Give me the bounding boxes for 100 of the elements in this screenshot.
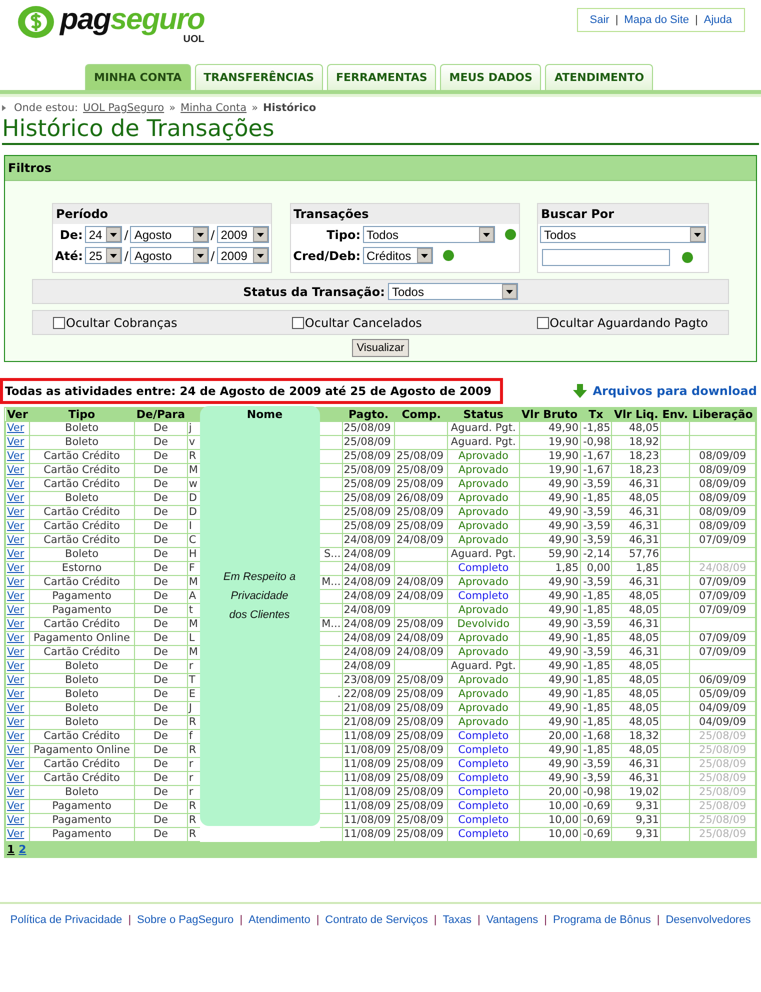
field-label: Tipo: <box>326 228 360 242</box>
checkbox[interactable] <box>536 316 549 328</box>
nav-tab[interactable]: MINHA CONTA <box>85 64 191 90</box>
footer-link[interactable]: Programa de Bônus <box>553 914 651 926</box>
year-select[interactable]: 2009 <box>216 247 269 264</box>
nav-tab[interactable]: FERRAMENTAS <box>327 64 436 90</box>
table-cell: De <box>134 534 188 548</box>
table-cell: Completo <box>448 590 520 604</box>
table-cell: Cartão Crédito <box>29 478 134 492</box>
download-link[interactable]: Arquivos para download <box>572 384 757 398</box>
checkbox[interactable] <box>53 316 65 328</box>
footer-link[interactable]: Vantagens <box>486 914 538 926</box>
status-select[interactable]: Todos <box>388 283 518 300</box>
table-cell: Completo <box>448 730 520 744</box>
separator: | <box>615 14 618 26</box>
header-link[interactable]: Mapa do Site <box>624 14 689 26</box>
table-cell: 24/08/09 <box>342 548 395 562</box>
table-cell: 25/08/09 <box>342 492 395 506</box>
breadcrumb-current: Histórico <box>263 102 316 114</box>
table-cell: -1,85 <box>580 632 612 646</box>
table-cell: S... <box>320 548 342 562</box>
search-by-select[interactable]: Todos <box>540 226 706 243</box>
table-cell: 25/08/09 <box>394 730 448 744</box>
table-cell: -1,67 <box>580 450 612 464</box>
column-header: Comp. <box>394 408 448 422</box>
nav-tab[interactable]: ATENDIMENTO <box>545 64 654 90</box>
table-cell: I <box>187 520 200 534</box>
table-cell: Aguard. Pgt. <box>448 422 520 436</box>
footer-link[interactable]: Política de Privacidade <box>10 914 122 926</box>
header-link[interactable]: Ajuda <box>704 14 732 26</box>
page-link[interactable]: 2 <box>18 843 26 856</box>
privacy-note: dos Clientes <box>229 608 290 620</box>
type-select[interactable]: Créditos <box>362 247 432 264</box>
table-cell: 49,90 <box>519 506 580 520</box>
checkbox-option[interactable]: Ocultar Aguardando Pagto <box>536 316 708 330</box>
footer-link[interactable]: Taxas <box>442 914 472 926</box>
column-header: Vlr Bruto <box>519 408 580 422</box>
table-cell: 11/08/09 <box>342 772 395 786</box>
table-cell: Boleto <box>29 422 134 436</box>
footer-link[interactable]: Contrato de Serviços <box>325 914 428 926</box>
table-cell: 08/09/09 <box>690 492 756 506</box>
checkbox-option[interactable]: Ocultar Cobranças <box>53 316 178 330</box>
table-cell: Aprovado <box>448 702 520 716</box>
month-select[interactable]: Agosto <box>130 226 209 243</box>
table-cell: -0,69 <box>580 814 612 828</box>
table-cell: 08/09/09 <box>690 520 756 534</box>
footer-link[interactable]: Sobre o PagSeguro <box>137 914 234 926</box>
help-icon[interactable] <box>682 252 693 263</box>
table-cell: 24/08/09 <box>394 632 448 646</box>
help-icon[interactable] <box>504 229 516 240</box>
table-cell: 49,90 <box>519 646 580 660</box>
breadcrumb-link[interactable]: UOL PagSeguro <box>83 102 164 114</box>
table-cell: 19,02 <box>612 786 660 800</box>
help-icon[interactable] <box>442 250 454 261</box>
table-cell: Completo <box>448 562 520 576</box>
type-select[interactable]: Todos <box>362 226 494 243</box>
footer-link[interactable]: Desenvolvedores <box>666 914 751 926</box>
table-cell: 25/08/09 <box>394 520 448 534</box>
table-cell: -1,85 <box>580 674 612 688</box>
page-link[interactable]: 1 <box>7 843 15 856</box>
breadcrumb-link[interactable]: Minha Conta <box>180 102 247 114</box>
nav-tab[interactable]: MEUS DADOS <box>440 64 542 90</box>
table-cell: 18,23 <box>612 464 660 478</box>
table-cell: 49,90 <box>519 422 580 436</box>
table-cell: De <box>134 786 188 800</box>
table-cell: De <box>134 562 188 576</box>
table-cell: 25/08/09 <box>690 730 756 744</box>
breadcrumb-label: Onde estou: <box>14 102 78 114</box>
day-select[interactable]: 24 <box>84 226 122 243</box>
table-cell: Boleto <box>29 492 134 506</box>
table-cell: Cartão Crédito <box>29 730 134 744</box>
table-cell: 18,92 <box>612 436 660 450</box>
table-cell: Devolvido <box>448 618 520 632</box>
day-select[interactable]: 25 <box>84 247 122 264</box>
table-cell: 48,05 <box>612 422 660 436</box>
table-cell: De <box>134 730 188 744</box>
table-cell: 48,05 <box>612 604 660 618</box>
checkbox-option[interactable]: Ocultar Cancelados <box>292 316 422 330</box>
search-field[interactable] <box>542 249 670 266</box>
table-cell: 9,31 <box>612 800 660 814</box>
table-cell: 59,90 <box>519 548 580 562</box>
table-cell: 49,90 <box>519 660 580 674</box>
nav-tab[interactable]: TRANSFERÊNCIAS <box>194 64 324 90</box>
table-cell: 48,05 <box>612 702 660 716</box>
header-link[interactable]: Sair <box>590 14 610 26</box>
table-cell: R <box>187 814 200 828</box>
table-cell: De <box>134 520 188 534</box>
footer-link[interactable]: Atendimento <box>248 914 310 926</box>
year-select[interactable]: 2009 <box>216 226 269 243</box>
table-cell: Aprovado <box>448 534 520 548</box>
table-cell: M <box>187 646 200 660</box>
table-cell: De <box>134 716 188 730</box>
table-cell: De <box>134 646 188 660</box>
month-select[interactable]: Agosto <box>130 247 209 264</box>
table-cell: De <box>134 436 188 450</box>
table-cell: 11/08/09 <box>342 758 395 772</box>
view-button[interactable]: Visualizar <box>352 339 410 357</box>
checkbox[interactable] <box>292 316 304 328</box>
table-cell: 25/08/09 <box>394 702 448 716</box>
column-header: Vlr Liq. <box>612 408 660 422</box>
